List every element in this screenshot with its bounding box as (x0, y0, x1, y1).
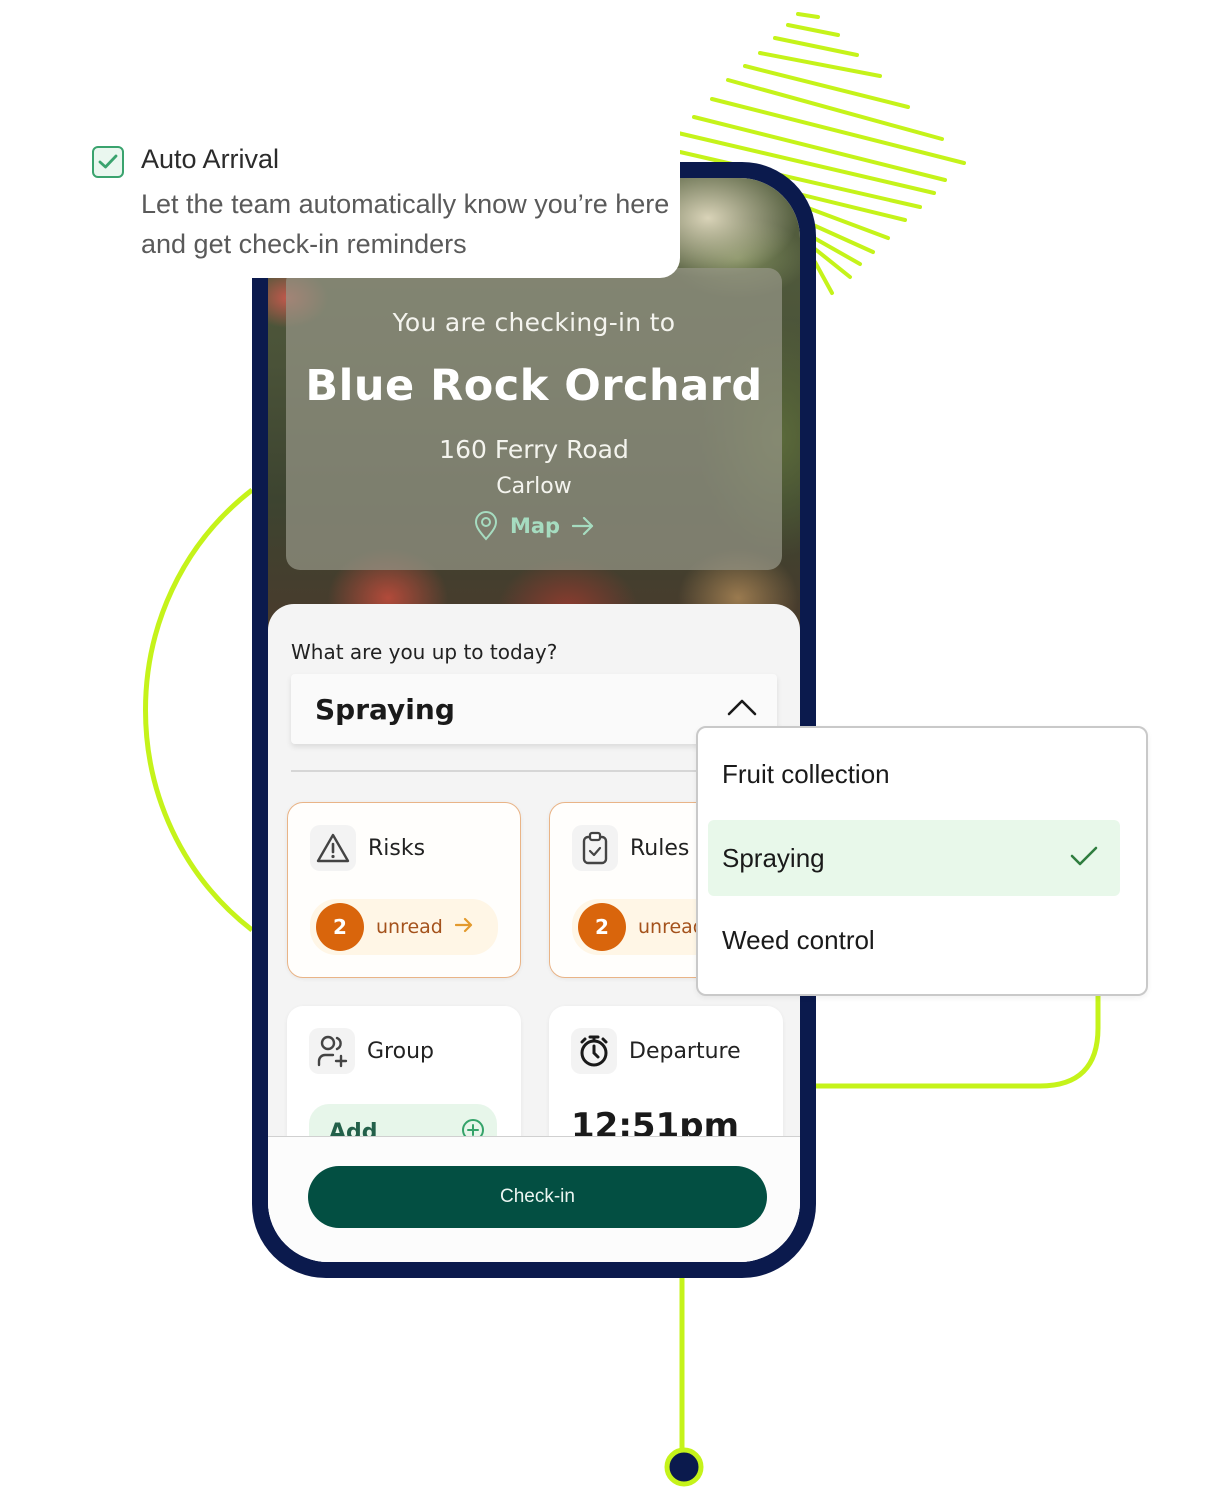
group-title: Group (367, 1038, 434, 1064)
phone-screen: You are checking-in to Blue Rock Orchard… (268, 178, 800, 1262)
auto-arrival-card: Auto Arrival Let the team automatically … (0, 118, 680, 278)
footer-bar: Check-in (268, 1136, 800, 1262)
rules-unread-count: 2 (578, 903, 626, 951)
auto-arrival-description: Let the team automatically know you’re h… (141, 189, 670, 259)
section-divider (291, 770, 711, 772)
arrow-right-icon (572, 517, 594, 535)
arc-decoration (143, 488, 254, 932)
risks-unread-badge[interactable]: 2 unread (310, 899, 498, 955)
risks-unread-label: unread (376, 916, 443, 938)
venue-name: Blue Rock Orchard (305, 361, 763, 411)
arrow-right-icon (454, 917, 473, 937)
auto-arrival-title: Auto Arrival (141, 144, 280, 174)
risks-unread-count: 2 (316, 903, 364, 951)
venue-address-line2: Carlow (496, 474, 572, 499)
dropdown-option-fruit-collection[interactable]: Fruit collection (708, 736, 1120, 812)
option-label: Spraying (722, 842, 825, 873)
checkmark-icon (98, 154, 118, 169)
user-plus-icon (309, 1028, 355, 1074)
option-label: Fruit collection (722, 758, 890, 789)
map-pin-icon (474, 511, 498, 541)
chevron-up-icon (727, 698, 757, 720)
activity-select-value: Spraying (315, 692, 455, 726)
dropdown-option-weed-control[interactable]: Weed control (708, 902, 1120, 978)
departure-title: Departure (629, 1038, 741, 1064)
venue-card: You are checking-in to Blue Rock Orchard… (286, 268, 782, 570)
dropdown-option-spraying[interactable]: Spraying (708, 820, 1120, 896)
warning-icon (310, 825, 356, 871)
rules-title: Rules (630, 835, 690, 861)
risks-title: Risks (368, 835, 426, 861)
venue-address-line1: 160 Ferry Road (439, 435, 629, 464)
checkin-button[interactable]: Check-in (308, 1166, 767, 1228)
checkin-intro-text: You are checking-in to (392, 308, 676, 337)
stopwatch-icon (571, 1028, 617, 1074)
risks-tile[interactable]: Risks 2 unread (287, 802, 521, 978)
clipboard-check-icon (572, 825, 618, 871)
connector-line-right (816, 994, 1101, 1089)
map-link-label: Map (509, 514, 561, 538)
connector-dot (664, 1447, 704, 1487)
activity-dropdown-menu: Fruit collection Spraying Weed control (696, 726, 1148, 996)
rules-unread-label: unread (638, 916, 705, 938)
phone-frame: You are checking-in to Blue Rock Orchard… (252, 162, 816, 1278)
activity-question: What are you up to today? (291, 640, 558, 664)
option-label: Weed control (722, 924, 875, 955)
auto-arrival-checkbox[interactable] (92, 146, 124, 178)
checkmark-icon (1070, 843, 1098, 874)
map-link[interactable]: Map (474, 511, 594, 541)
